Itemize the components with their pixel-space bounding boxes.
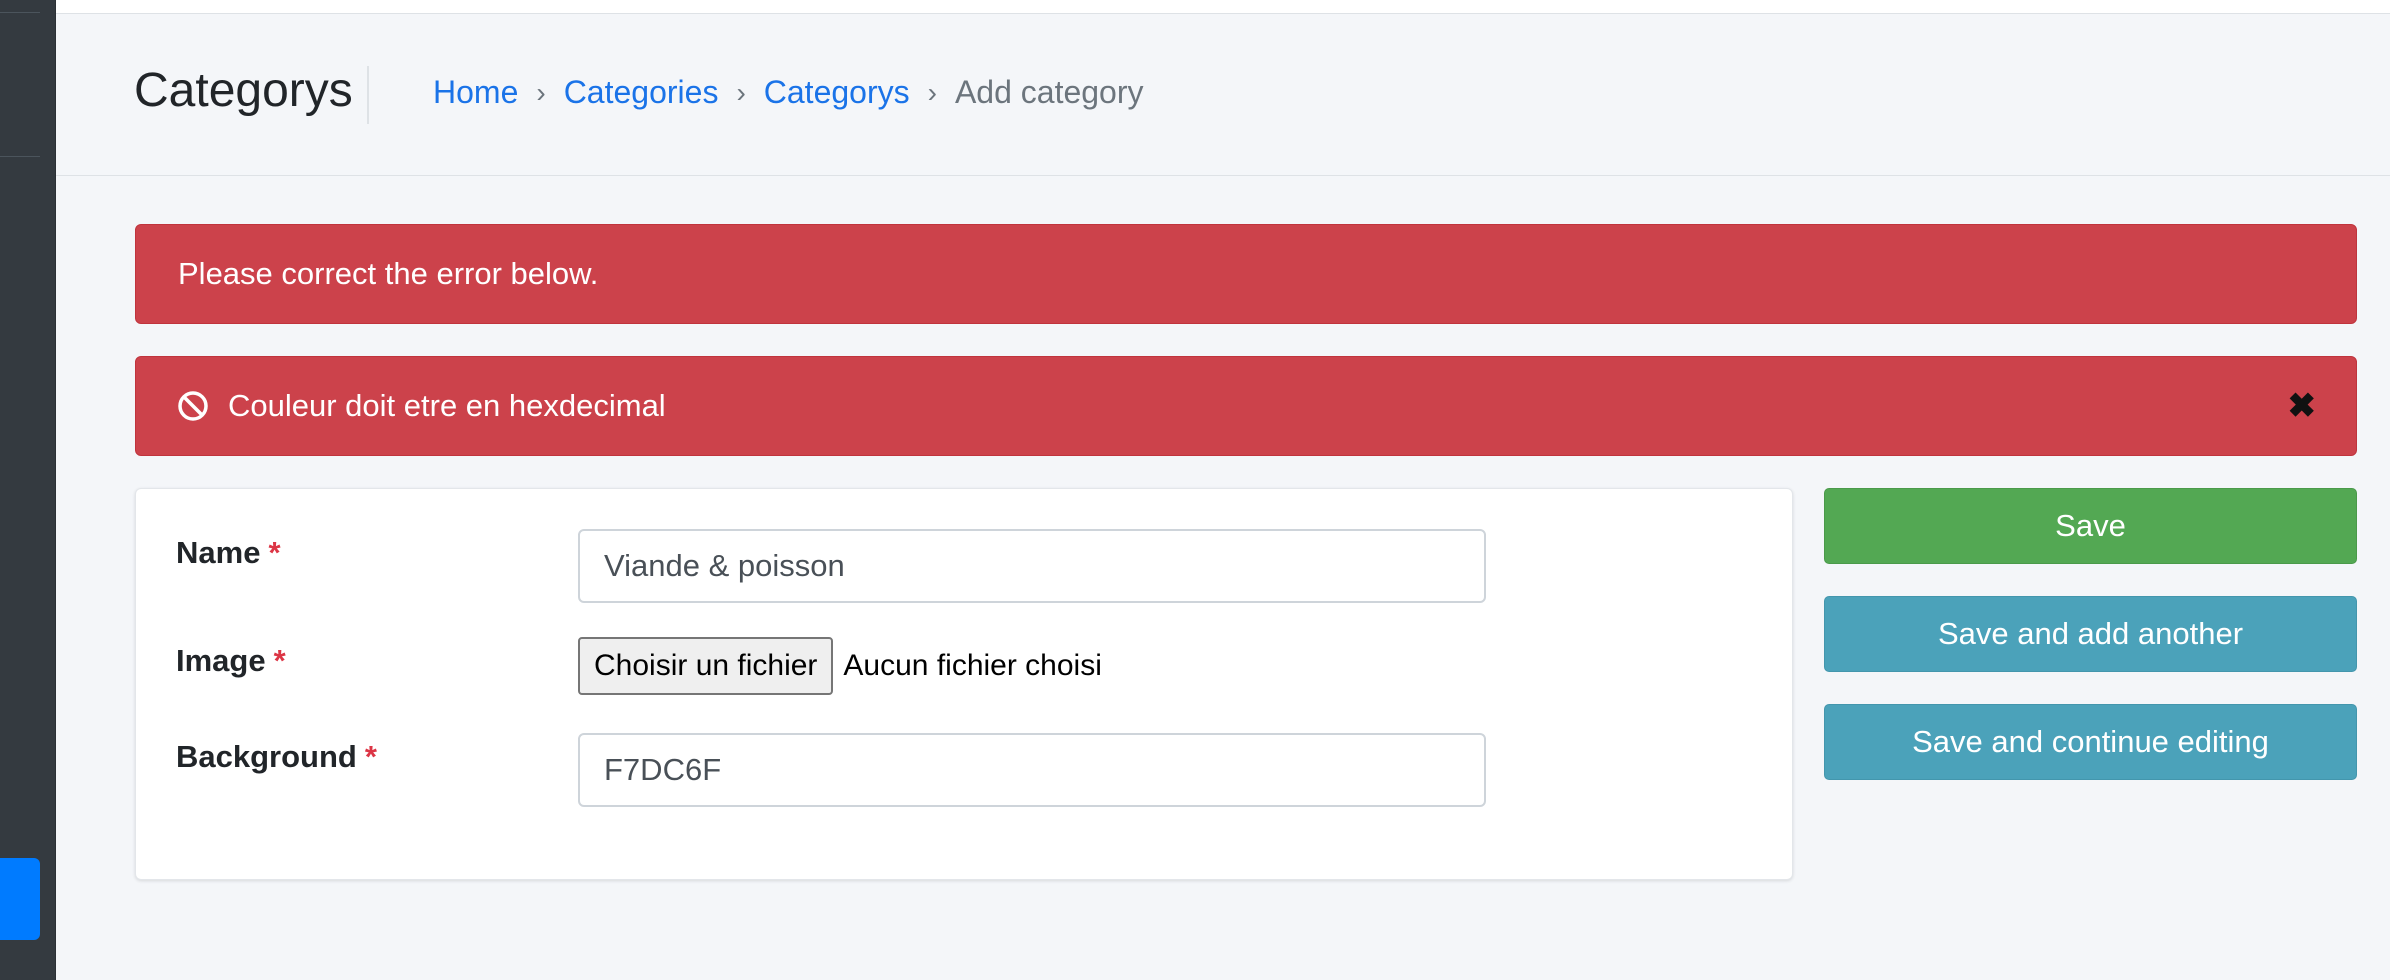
breadcrumb-separator: › [927,76,937,108]
ban-icon [178,391,208,421]
background-label-text: Background [176,739,357,774]
required-marker: * [268,535,281,570]
page-title: Categorys [134,64,353,117]
breadcrumb-separator: › [536,76,546,108]
sidebar [0,0,56,980]
name-label: Name * [176,535,281,571]
top-navbar [56,0,2390,14]
required-marker: * [273,643,286,678]
breadcrumb-categories-link[interactable]: Categories [564,72,719,114]
name-label-text: Name [176,535,261,570]
breadcrumb-categorys-link[interactable]: Categorys [764,72,910,114]
image-file-input: Choisir un fichier Aucun fichier choisi [578,637,1102,695]
file-status-text: Aucun fichier choisi [843,649,1102,682]
breadcrumb-home-link[interactable]: Home [433,72,518,114]
field-error-alert: Couleur doit etre en hexdecimal ✖ [135,356,2357,456]
error-summary-alert: Please correct the error below. [135,224,2357,324]
breadcrumb-current: Add category [954,74,1144,110]
error-summary-text: Please correct the error below. [178,256,599,291]
save-button[interactable]: Save [1824,488,2357,564]
choose-file-button[interactable]: Choisir un fichier [578,637,834,695]
background-input[interactable] [578,733,1486,807]
field-error-text: Couleur doit etre en hexdecimal [228,388,666,423]
sidebar-divider [0,156,40,157]
content-header: Categorys Home › Categories › Categorys … [56,14,2390,176]
required-marker: * [364,739,377,774]
sidebar-active-item[interactable] [0,858,40,940]
background-label: Background * [176,739,377,775]
title-separator [367,66,369,124]
save-and-add-another-button[interactable]: Save and add another [1824,596,2357,672]
breadcrumb-separator: › [736,76,746,108]
close-icon[interactable]: ✖ [2288,389,2317,423]
image-label: Image * [176,643,286,679]
name-input[interactable] [578,529,1486,603]
save-and-continue-button[interactable]: Save and continue editing [1824,704,2357,780]
sidebar-divider [0,12,40,13]
breadcrumb: Home › Categories › Categorys › Add cate… [433,72,1144,114]
category-form: Name* Image* Choisir un fichier Aucun fi… [135,488,1793,880]
image-label-text: Image [176,643,266,678]
